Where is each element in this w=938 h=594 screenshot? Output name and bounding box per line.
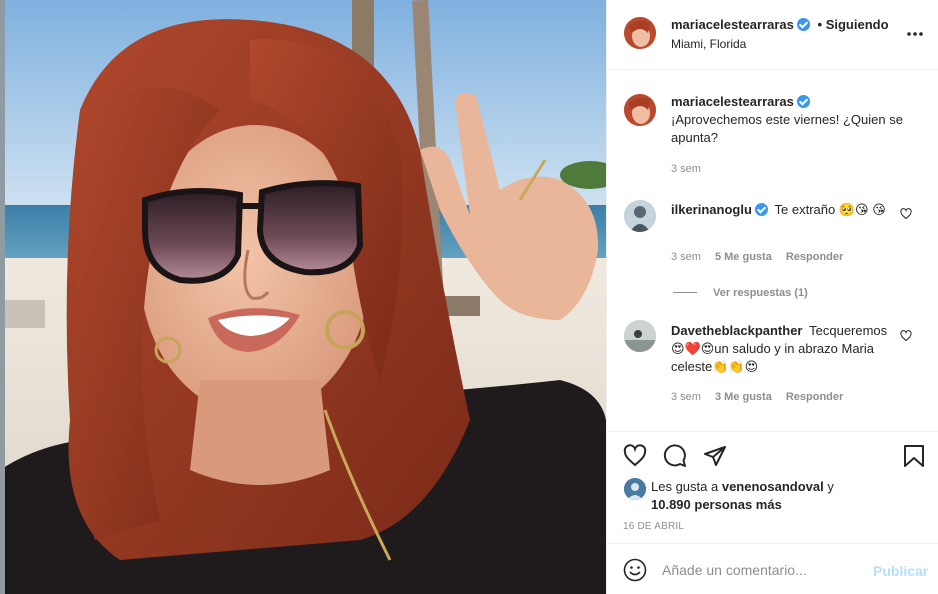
liked-by-conj: y [827,479,834,494]
publish-button[interactable]: Publicar [873,563,928,579]
post-location[interactable]: Miami, Florida [671,37,746,51]
comment-meta: 3 sem 5 Me gusta Responder [671,251,843,263]
view-replies[interactable]: Ver respuestas (1) [673,284,808,299]
add-comment-bar: Publicar [607,543,938,594]
liked-by-user[interactable]: venenosandoval [722,479,824,494]
bookmark-icon[interactable] [903,444,925,468]
comment-username[interactable]: Davetheblackpanther [671,323,803,338]
share-icon[interactable] [703,444,727,468]
comment-meta: 3 sem 3 Me gusta Responder [671,391,843,403]
more-horizontal-icon[interactable] [907,29,923,39]
comment-input[interactable] [662,560,862,580]
comment-avatar[interactable] [624,200,656,232]
comment-time: 3 sem [671,391,701,403]
comment-username[interactable]: ilkerinanoglu [671,202,752,217]
reply-button[interactable]: Responder [786,391,843,403]
comment-body: ilkerinanoglu Te extraño 🥺😘 😘 [671,201,897,219]
post-actions: Les gusta a venenosandoval y 10.890 pers… [607,431,938,543]
comment-time: 3 sem [671,251,701,263]
comment-likes[interactable]: 5 Me gusta [715,251,772,263]
liked-by-text: Les gusta a venenosandoval y 10.890 pers… [651,478,921,514]
liked-by-others[interactable]: 10.890 personas más [651,497,782,512]
comment-likes[interactable]: 3 Me gusta [715,391,772,403]
verified-badge-icon [796,18,810,31]
comment-icon[interactable] [663,444,687,468]
comment-text: Te extraño 🥺😘 😘 [774,202,886,217]
post-photo[interactable] [0,0,606,594]
post-header: mariacelestearraras • Siguiendo Miami, F… [607,0,938,70]
caption-avatar[interactable] [624,94,656,126]
follow-status-button[interactable]: Siguiendo [826,17,889,32]
view-replies-label[interactable]: Ver respuestas (1) [713,287,808,299]
liked-by-avatar[interactable] [624,478,646,500]
comment-body: Davetheblackpanther Tecqueremos 😍❤️😍un s… [671,322,897,376]
post-date[interactable]: 16 DE ABRIL [623,521,684,532]
verified-badge-icon [754,203,768,216]
author-avatar[interactable] [624,17,656,49]
comment-like-heart-icon[interactable] [900,330,912,342]
liked-by-prefix: Les gusta a [651,479,719,494]
caption-time: 3 sem [671,163,701,175]
follow-separator: • [817,17,823,32]
reply-button[interactable]: Responder [786,251,843,263]
left-edge [0,0,5,594]
verified-badge-icon [796,95,810,108]
comment-like-heart-icon[interactable] [900,208,912,220]
author-username[interactable]: mariacelestearraras [671,17,794,32]
emoji-icon[interactable] [623,558,647,582]
caption-text: ¡Aprovechemos este viernes! ¿Quien se ap… [671,112,903,145]
comment-avatar[interactable] [624,320,656,352]
post-side-panel: mariacelestearraras • Siguiendo Miami, F… [606,0,938,594]
heart-icon[interactable] [623,444,647,468]
caption-username[interactable]: mariacelestearraras [671,94,794,109]
view-replies-line [673,292,697,294]
